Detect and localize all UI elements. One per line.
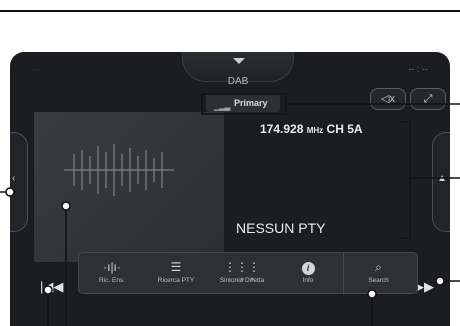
callout-dot-search	[367, 289, 377, 299]
callout-dot-left	[5, 187, 15, 197]
callout-box-signal	[201, 93, 287, 115]
callout-bracket-station	[400, 121, 411, 239]
callout-lines	[0, 93, 460, 326]
callout-dot-artwork	[61, 201, 71, 211]
callout-dot-prev	[43, 285, 53, 295]
callout-dot-next	[435, 276, 445, 286]
